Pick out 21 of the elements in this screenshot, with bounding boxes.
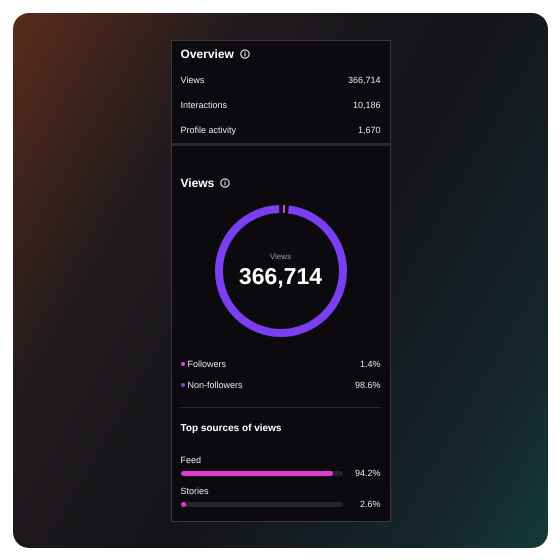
center-label: Views <box>270 252 292 261</box>
source-value: 94.2% <box>354 468 380 478</box>
legend-value: 1.4% <box>360 358 380 368</box>
metric-value: 366,714 <box>348 74 380 84</box>
section-title: Top sources of views <box>180 422 282 434</box>
info-icon[interactable] <box>240 49 250 59</box>
metric-value: 1,670 <box>358 124 380 134</box>
metric-value: 10,186 <box>352 100 380 110</box>
source-label: Feed <box>180 455 202 465</box>
section-title: Views <box>180 176 214 190</box>
legend-value: 98.6% <box>354 380 380 390</box>
metric-label: Interactions <box>180 100 228 110</box>
source-value: 2.6% <box>358 499 380 509</box>
legend-label: Non-followers <box>188 380 243 390</box>
section-title: Overview <box>180 47 234 61</box>
source-label: Stories <box>180 486 210 496</box>
center-value: 366,714 <box>238 263 322 290</box>
metric-label: Views <box>180 74 204 84</box>
info-icon[interactable] <box>220 178 230 188</box>
legend-label: Followers <box>188 358 226 368</box>
metric-label: Profile activity <box>180 124 236 134</box>
